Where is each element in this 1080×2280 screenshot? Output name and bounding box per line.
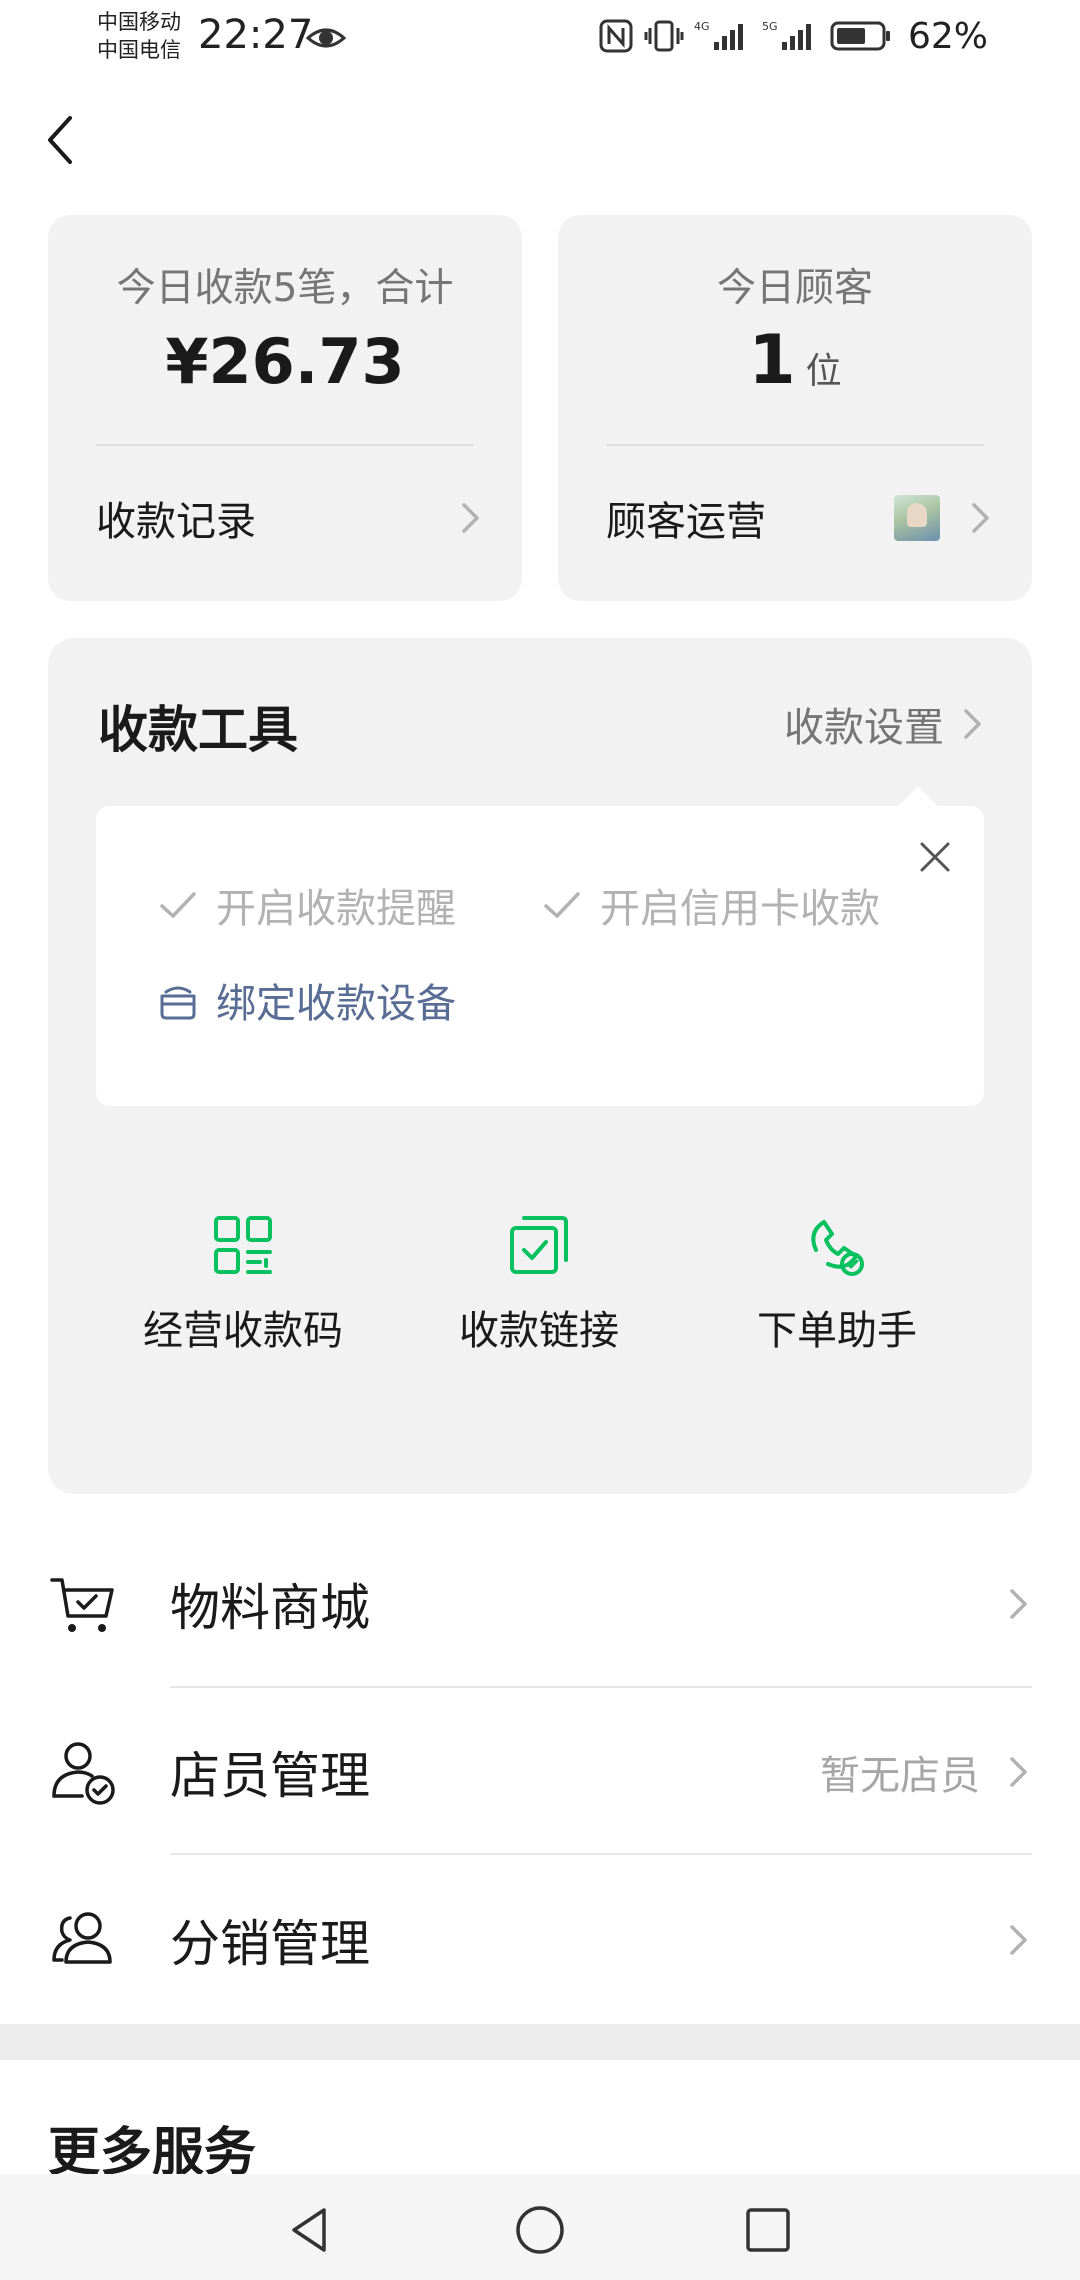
materials-mall-label: 物料商城 [170, 1579, 370, 1637]
customer-operations-label: 顾客运营 [606, 499, 766, 545]
row-divider [170, 1853, 1032, 1855]
nfc-icon [599, 19, 633, 53]
tip-payment-reminder[interactable]: 开启收款提醒 [156, 876, 456, 934]
carrier-2: 中国电信 [97, 38, 181, 62]
users-icon [52, 1912, 112, 1964]
payment-link-label: 收款链接 [459, 1308, 619, 1354]
status-time: 22:27 [198, 12, 314, 58]
battery-percent: 62% [907, 15, 988, 57]
customers-unit: 位 [805, 351, 842, 392]
customers-count: 1 [748, 321, 796, 400]
customer-operations-link[interactable]: 顾客运营 [606, 483, 992, 553]
chevron-right-icon [1010, 1757, 1027, 1787]
card-divider [96, 444, 474, 446]
business-qr-code-label: 经营收款码 [143, 1308, 343, 1354]
payments-amount: ¥26.73 [165, 325, 405, 398]
staff-management-label: 店员管理 [170, 1747, 370, 1805]
carrier-1: 中国移动 [97, 10, 181, 34]
distribution-management-label: 分销管理 [170, 1915, 370, 1973]
signal-5g-icon: 5G [762, 20, 811, 50]
row-right [1008, 1921, 1030, 1959]
order-assistant-icon [811, 1220, 864, 1276]
customer-avatar [894, 495, 940, 541]
svg-text:4G: 4G [694, 20, 710, 33]
tip-bind-device[interactable]: 绑定收款设备 [156, 971, 456, 1029]
svg-text:5G: 5G [762, 20, 778, 33]
row-right [1008, 1585, 1030, 1623]
status-bar: 中国移动 中国电信 22:27 4G 5G 62% [0, 0, 1080, 80]
nav-back-icon[interactable] [282, 2202, 338, 2258]
materials-mall-row[interactable]: 物料商城 [0, 1520, 1080, 1688]
chevron-right-icon [964, 709, 981, 739]
system-nav-bar [0, 2174, 1080, 2280]
back-arrow-icon[interactable] [36, 100, 96, 180]
signal-4g-icon: 4G [694, 20, 743, 50]
staff-icon [52, 1742, 115, 1805]
tip-credit-card[interactable]: 开启信用卡收款 [540, 876, 880, 934]
nav-recents-icon[interactable] [740, 2202, 796, 2258]
chevron-right-icon [462, 503, 479, 533]
customers-count-row: 1位 [558, 321, 1032, 400]
payment-tools-title: 收款工具 [98, 701, 298, 759]
card-divider [606, 444, 984, 446]
check-icon [544, 892, 580, 918]
status-icons: 4G 5G 62% [598, 14, 988, 58]
close-icon[interactable] [914, 836, 956, 878]
customers-summary-card: 今日顾客 1位 顾客运营 [558, 215, 1032, 601]
staff-management-row[interactable]: 店员管理 暂无店员 [0, 1688, 1080, 1856]
nav-home-icon[interactable] [512, 2202, 568, 2258]
popup-pointer [898, 786, 938, 826]
carrier-info: 中国移动 中国电信 [97, 8, 181, 64]
customers-caption: 今日顾客 [716, 266, 873, 311]
business-qr-code-button[interactable]: 经营收款码 [93, 1210, 393, 1370]
section-gap [0, 2024, 1080, 2060]
payments-caption: 今日收款5笔，合计 [116, 266, 454, 311]
payments-summary-card: 今日收款5笔，合计 ¥26.73 收款记录 [48, 215, 522, 601]
chevron-right-icon [1010, 1925, 1027, 1955]
payment-settings-link[interactable]: 收款设置 [784, 694, 984, 754]
eye-comfort-icon [306, 28, 346, 48]
chevron-right-icon [1010, 1589, 1027, 1619]
vibrate-icon [644, 20, 684, 52]
payment-tools-panel: 收款工具 收款设置 开启收款提醒 开启信用卡收款 绑定收款设备 经营收款码 收款… [48, 638, 1032, 1494]
tip-bind-device-label: 绑定收款设备 [216, 981, 456, 1027]
qr-code-icon [214, 1216, 272, 1274]
battery-icon [830, 21, 890, 51]
tip-credit-card-label: 开启信用卡收款 [600, 886, 880, 932]
staff-hint: 暂无店员 [820, 1753, 980, 1799]
payment-records-link[interactable]: 收款记录 [96, 483, 482, 553]
payment-settings-label: 收款设置 [784, 705, 944, 751]
tip-payment-reminder-label: 开启收款提醒 [216, 886, 456, 932]
order-assistant-label: 下单助手 [757, 1308, 917, 1354]
row-right: 暂无店员 [820, 1743, 1030, 1801]
chevron-right-icon [972, 503, 989, 533]
payment-link-icon [510, 1216, 568, 1274]
order-assistant-button[interactable]: 下单助手 [687, 1210, 987, 1370]
payment-link-button[interactable]: 收款链接 [389, 1210, 689, 1370]
shopping-cart-icon [50, 1578, 114, 1632]
payment-device-icon [160, 986, 196, 1020]
distribution-management-row[interactable]: 分销管理 [0, 1856, 1080, 2024]
payment-records-label: 收款记录 [96, 499, 256, 545]
check-icon [160, 892, 196, 918]
setup-tips-popup: 开启收款提醒 开启信用卡收款 绑定收款设备 [96, 786, 984, 1106]
